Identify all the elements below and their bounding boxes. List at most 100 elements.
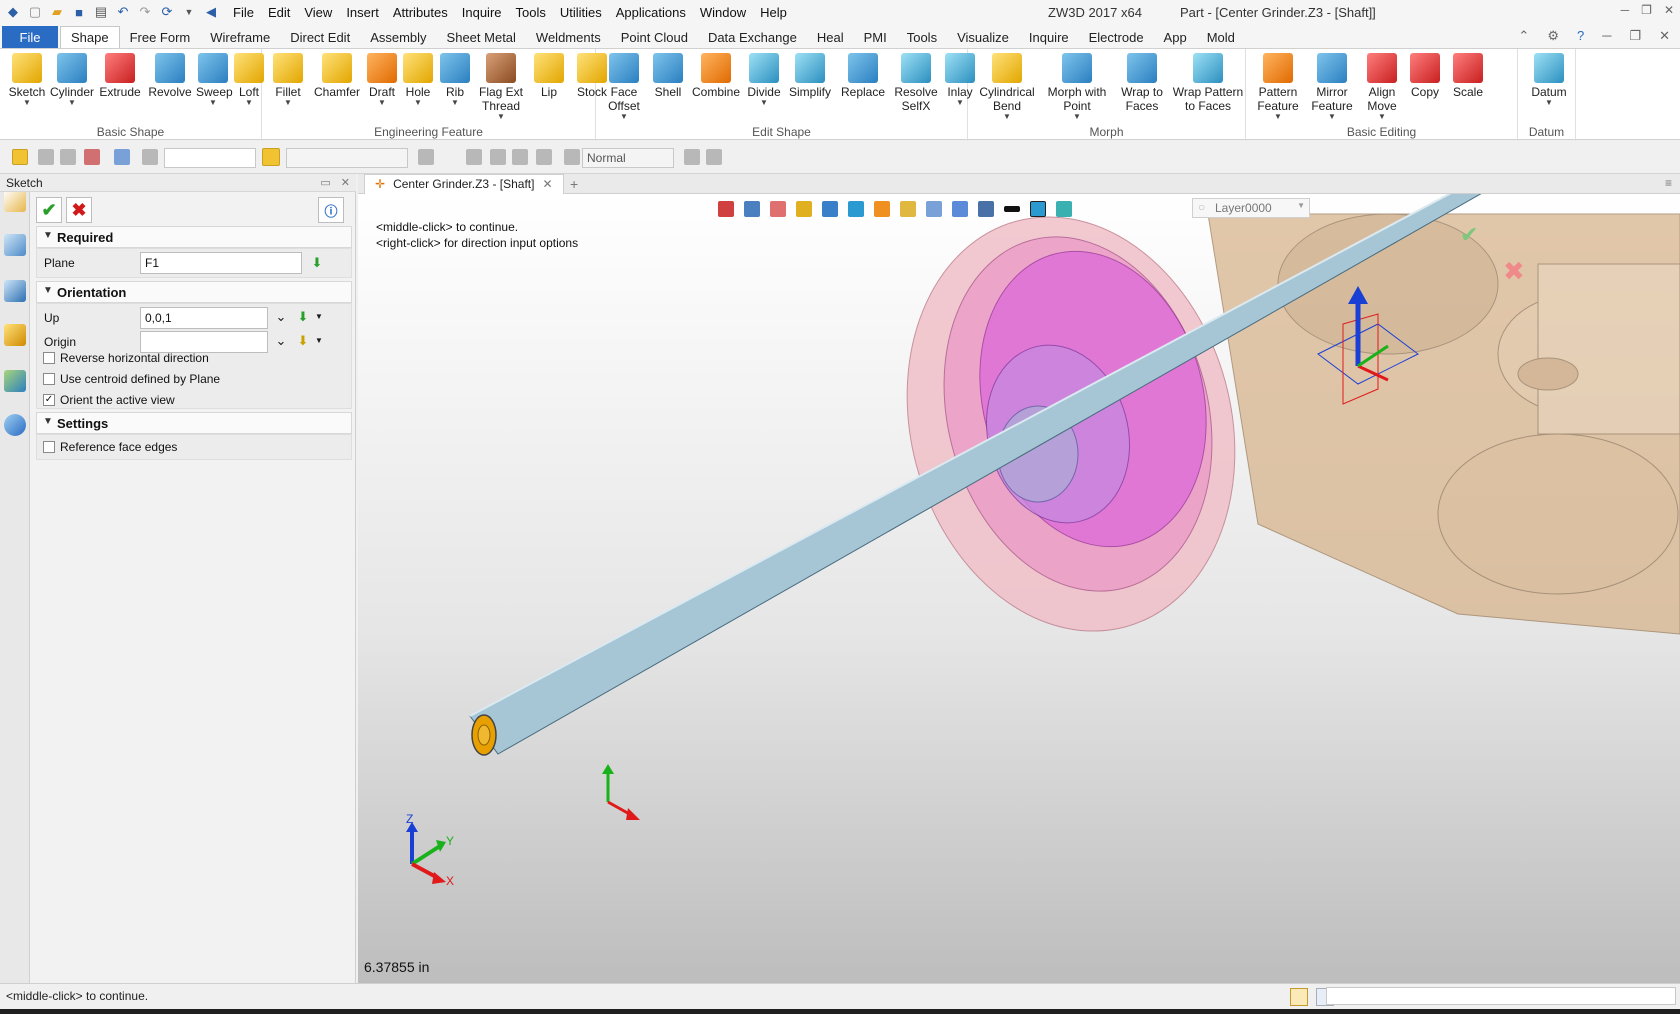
- menu-window[interactable]: Window: [693, 5, 753, 20]
- sweep-button[interactable]: Sweep ▼: [196, 53, 233, 107]
- dropdown-arrow-icon[interactable]: ▼: [1252, 113, 1304, 121]
- menu-help[interactable]: Help: [753, 5, 794, 20]
- origin-options-chevron-icon[interactable]: ⌄: [274, 334, 288, 348]
- minimize-icon[interactable]: ─: [1621, 3, 1630, 17]
- tab-sheet-metal[interactable]: Sheet Metal: [437, 26, 526, 48]
- plane-pick-icon[interactable]: ⬇: [310, 256, 324, 270]
- shape-select-icon[interactable]: [114, 149, 130, 165]
- print-icon[interactable]: ▤: [92, 3, 110, 21]
- tab-mold[interactable]: Mold: [1197, 26, 1245, 48]
- reverse-horizontal-checkbox[interactable]: [43, 352, 55, 364]
- assembly-tree-icon[interactable]: [4, 280, 26, 302]
- filter-list-icon[interactable]: [142, 149, 158, 165]
- orient-view-checkbox[interactable]: ✓: [43, 394, 55, 406]
- cube-yellow-icon[interactable]: [796, 201, 812, 217]
- view-icon[interactable]: [744, 201, 760, 217]
- document-tab[interactable]: ✛ Center Grinder.Z3 - [Shaft] ✕: [364, 174, 564, 194]
- tab-free-form[interactable]: Free Form: [120, 26, 201, 48]
- wrap-to-faces-button[interactable]: Wrap to Faces: [1114, 53, 1170, 113]
- close-tab-icon[interactable]: ✕: [542, 177, 552, 194]
- distribute-icon[interactable]: [512, 149, 528, 165]
- pattern-icon[interactable]: [874, 201, 890, 217]
- render-mode-select[interactable]: Normal: [582, 148, 674, 168]
- section-icon[interactable]: [952, 201, 968, 217]
- new-file-icon[interactable]: ▢: [26, 3, 44, 21]
- origin-dropdown-icon[interactable]: ▼: [312, 334, 326, 348]
- ok-button[interactable]: ✔: [36, 197, 62, 223]
- tab-assembly[interactable]: Assembly: [360, 26, 436, 48]
- plane-field[interactable]: [140, 252, 302, 274]
- shading-icon[interactable]: [848, 201, 864, 217]
- app-logo-icon[interactable]: ◆: [4, 3, 22, 21]
- dropdown-arrow-icon[interactable]: ▼: [1524, 99, 1574, 107]
- replace-button[interactable]: Replace: [836, 53, 890, 99]
- tab-heal[interactable]: Heal: [807, 26, 854, 48]
- extrude-button[interactable]: Extrude: [96, 53, 144, 99]
- dropdown-arrow-icon[interactable]: ▼: [1360, 113, 1404, 121]
- history-tree-icon[interactable]: [4, 234, 26, 256]
- settings-gear-icon[interactable]: ⚙: [1547, 28, 1559, 44]
- layer-select[interactable]: ○ Layer0000 ▼: [1192, 198, 1310, 218]
- align-right-icon[interactable]: [490, 149, 506, 165]
- tab-wireframe[interactable]: Wireframe: [200, 26, 280, 48]
- use-centroid-checkbox[interactable]: [43, 373, 55, 385]
- minimize-doc-icon[interactable]: ─: [1602, 28, 1611, 44]
- back-icon[interactable]: ◀: [202, 3, 220, 21]
- divide-button[interactable]: Divide ▼: [744, 53, 784, 107]
- fillet-button[interactable]: Fillet ▼: [268, 53, 308, 107]
- up-field[interactable]: [140, 307, 268, 329]
- cylindrical-bend-button[interactable]: Cylindrical Bend ▼: [974, 53, 1040, 121]
- pin-icon[interactable]: [536, 149, 552, 165]
- pattern-feature-button[interactable]: Pattern Feature ▼: [1252, 53, 1304, 121]
- menu-edit[interactable]: Edit: [261, 5, 297, 20]
- tab-point-cloud[interactable]: Point Cloud: [611, 26, 698, 48]
- dropdown-arrow-icon[interactable]: ▼: [1042, 113, 1112, 121]
- scale-button[interactable]: Scale: [1446, 53, 1490, 99]
- up-dropdown-icon[interactable]: ▼: [312, 310, 326, 324]
- draft-button[interactable]: Draft ▼: [366, 53, 398, 107]
- tab-app[interactable]: App: [1154, 26, 1197, 48]
- settings-section-header[interactable]: ▼ Settings: [36, 412, 352, 434]
- collapse-ribbon-icon[interactable]: ⌃: [1518, 28, 1529, 44]
- gear-tool-icon[interactable]: [706, 149, 722, 165]
- new-tab-icon[interactable]: +: [570, 176, 578, 192]
- origin-pick-icon[interactable]: ⬇: [296, 334, 310, 348]
- tab-direct-edit[interactable]: Direct Edit: [280, 26, 360, 48]
- eraser-icon[interactable]: [770, 201, 786, 217]
- up-pick-icon[interactable]: ⬇: [296, 310, 310, 324]
- dropdown-arrow-icon[interactable]: ▼: [602, 113, 646, 121]
- tab-shape[interactable]: Shape: [60, 26, 120, 48]
- layout-toggle-icon[interactable]: [1290, 988, 1308, 1006]
- grid-icon[interactable]: [978, 201, 994, 217]
- origin-field[interactable]: [140, 331, 268, 353]
- chamfer-button[interactable]: Chamfer: [310, 53, 364, 99]
- select-pointer-icon[interactable]: [12, 149, 28, 165]
- command-input[interactable]: [1326, 987, 1676, 1005]
- tab-weldments[interactable]: Weldments: [526, 26, 611, 48]
- tab-data-exchange[interactable]: Data Exchange: [698, 26, 807, 48]
- combine-button[interactable]: Combine: [690, 53, 742, 99]
- viewport-cancel-icon[interactable]: ✖: [1503, 257, 1525, 287]
- menu-attributes[interactable]: Attributes: [386, 5, 455, 20]
- dropdown-arrow-icon[interactable]: ▼: [400, 99, 436, 107]
- dropdown-arrow-icon[interactable]: ▼: [438, 99, 472, 107]
- menu-tools[interactable]: Tools: [509, 5, 553, 20]
- open-file-icon[interactable]: ▰: [48, 3, 66, 21]
- align-center-icon[interactable]: [466, 149, 482, 165]
- align-move-button[interactable]: Align Move ▼: [1360, 53, 1404, 121]
- refresh-icon[interactable]: ⟳: [158, 3, 176, 21]
- close-doc-icon[interactable]: ✕: [1659, 28, 1670, 44]
- menu-utilities[interactable]: Utilities: [553, 5, 609, 20]
- sketch-manager-icon[interactable]: [4, 190, 26, 212]
- tab-visualize[interactable]: Visualize: [947, 26, 1019, 48]
- tab-inquire[interactable]: Inquire: [1019, 26, 1079, 48]
- 3d-viewport[interactable]: ✔ ✖ Z Y X <middle-click> to continue. <r…: [358, 194, 1680, 983]
- dropdown-arrow-icon[interactable]: ▼: [268, 99, 308, 107]
- menu-file[interactable]: File: [226, 5, 261, 20]
- fit-icon[interactable]: [926, 201, 942, 217]
- dropdown-arrow-icon[interactable]: ▼: [474, 113, 528, 121]
- pick-option-combo[interactable]: [286, 148, 408, 168]
- render-mode-icon[interactable]: [564, 149, 580, 165]
- viewport-accept-icon[interactable]: ✔: [1460, 223, 1478, 248]
- pin-tab-icon[interactable]: ✛: [375, 177, 385, 194]
